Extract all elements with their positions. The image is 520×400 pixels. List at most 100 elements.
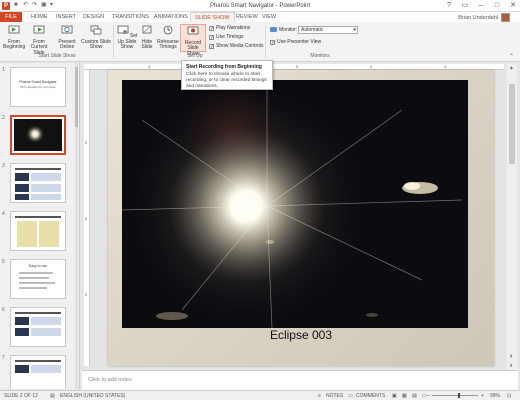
checkbox-checked-icon: ✓ bbox=[209, 25, 215, 32]
zoom-out-icon[interactable]: − bbox=[427, 393, 430, 399]
tab-insert[interactable]: INSERT bbox=[52, 12, 80, 22]
slide-caption[interactable]: Eclipse 003 bbox=[108, 328, 494, 342]
slide-thumbnail-7[interactable] bbox=[10, 355, 66, 389]
close-icon[interactable]: ✕ bbox=[508, 1, 518, 11]
reading-view-icon[interactable]: ▤ bbox=[412, 393, 417, 399]
thumbnail-bullet-line bbox=[19, 282, 55, 284]
thumbnail-bullet-line bbox=[19, 272, 53, 274]
thumbnail-text-block bbox=[31, 365, 61, 373]
thumbnail-subtitle: GPS navigation for your phone bbox=[20, 86, 56, 89]
slide-thumbnail-2[interactable] bbox=[10, 115, 66, 155]
group-separator bbox=[113, 25, 114, 58]
slide-thumbnail-5[interactable]: Easy to use bbox=[10, 259, 66, 299]
thumbnail-title: Pharos Smart Navigator bbox=[19, 80, 57, 84]
use-timings-label: Use Timings bbox=[216, 34, 244, 40]
spelling-check-icon[interactable]: ▤ bbox=[50, 393, 55, 399]
sun-flare-image bbox=[25, 124, 45, 144]
thumbnail-image bbox=[15, 328, 29, 336]
notes-pane[interactable]: Click to add notes bbox=[82, 370, 518, 390]
tab-file[interactable]: FILE bbox=[0, 12, 22, 22]
thumbnails-scrollbar[interactable] bbox=[75, 63, 78, 389]
ribbon-tabs: FILE HOME INSERT DESIGN TRANSITIONS ANIM… bbox=[0, 12, 520, 23]
present-online-label: Present Online bbox=[58, 38, 76, 50]
thumbnail-image bbox=[15, 365, 29, 373]
use-timings-checkbox[interactable]: ✓ Use Timings bbox=[209, 34, 244, 40]
tab-view[interactable]: VIEW bbox=[258, 12, 280, 22]
thumbnail-heading-bar bbox=[15, 312, 61, 314]
tab-home[interactable]: HOME bbox=[27, 12, 52, 22]
slide-thumbnails-pane: 1 Pharos Smart Navigator GPS navigation … bbox=[0, 63, 80, 389]
next-slide-icon[interactable]: ⇟ bbox=[509, 363, 513, 369]
tab-design[interactable]: DESIGN bbox=[79, 12, 108, 22]
zoom-slider-knob[interactable] bbox=[458, 393, 460, 398]
current-slide[interactable]: Eclipse 003 bbox=[108, 70, 494, 366]
record-slide-show-button[interactable]: Record Slide Show bbox=[180, 24, 206, 56]
fit-slide-icon[interactable]: ⊡ bbox=[507, 393, 511, 399]
slide-thumbnail-4[interactable] bbox=[10, 211, 66, 251]
slide-thumbnail-1[interactable]: Pharos Smart Navigator GPS navigation fo… bbox=[10, 67, 66, 107]
use-presenter-view-checkbox[interactable]: ✓ Use Presenter View bbox=[270, 39, 321, 45]
tab-transitions[interactable]: TRANSITIONS bbox=[108, 12, 153, 22]
thumbnail-number: 1 bbox=[2, 67, 5, 73]
rehearse-timings-label: Rehearse Timings bbox=[157, 38, 179, 50]
tab-animations[interactable]: ANIMATIONS bbox=[150, 12, 192, 22]
thumbnail-image bbox=[15, 317, 29, 325]
previous-slide-icon[interactable]: ⇞ bbox=[509, 354, 513, 360]
thumbnail-text-block bbox=[31, 317, 61, 325]
slide-scrollbar[interactable]: ▲ ⇞ ⇟ bbox=[507, 64, 517, 370]
minimize-icon[interactable]: – bbox=[476, 1, 486, 11]
thumbnail-image bbox=[15, 184, 29, 192]
thumbnail-image bbox=[15, 194, 29, 200]
set-up-slide-show-button[interactable]: Set Up Slide Show bbox=[116, 24, 138, 51]
from-beginning-button[interactable]: From Beginning bbox=[3, 24, 25, 51]
collapse-ribbon-icon[interactable]: ⌃ bbox=[509, 53, 514, 60]
thumbnail-bullet-line bbox=[19, 287, 47, 289]
slide-photo[interactable] bbox=[122, 80, 468, 328]
scrollbar-thumb[interactable] bbox=[509, 84, 515, 164]
tooltip-title: Start Recording from Beginning bbox=[186, 64, 262, 70]
thumbnail-text-block bbox=[31, 194, 61, 200]
thumbnail-text-block bbox=[31, 173, 61, 181]
hide-slide-icon bbox=[142, 25, 152, 34]
comments-button[interactable]: COMMENTS bbox=[356, 393, 385, 399]
thumbnail-map bbox=[17, 221, 37, 247]
slide-thumbnail-3[interactable] bbox=[10, 163, 66, 203]
language-indicator[interactable]: ENGLISH (UNITED STATES) bbox=[60, 393, 125, 399]
custom-slide-show-button[interactable]: Custom Slide Show bbox=[81, 24, 111, 51]
monitor-icon bbox=[270, 27, 277, 32]
from-current-slide-button[interactable]: From Current Slide bbox=[27, 24, 51, 56]
thumbnail-heading-bar bbox=[15, 216, 61, 218]
show-media-controls-checkbox[interactable]: ✓ Show Media Controls bbox=[209, 43, 264, 49]
use-presenter-view-label: Use Presenter View bbox=[277, 39, 322, 45]
checkbox-checked-icon: ✓ bbox=[270, 39, 276, 46]
zoom-slider[interactable] bbox=[432, 395, 478, 396]
slide-thumbnail-6[interactable] bbox=[10, 307, 66, 347]
slide-sorter-icon[interactable]: ▦ bbox=[402, 393, 407, 399]
custom-slide-show-icon bbox=[90, 25, 102, 35]
user-account[interactable]: Brian Underdahl bbox=[458, 13, 510, 22]
zoom-level[interactable]: 99% bbox=[490, 393, 500, 399]
ruler-label: 2 bbox=[370, 64, 373, 69]
monitor-select[interactable]: Automatic ▾ bbox=[298, 26, 358, 34]
thumbnail-text-block bbox=[31, 328, 61, 336]
title-bar: P ■ ↶ ↷ ▣ ▾ Pharos Smart Navigator - Pow… bbox=[0, 0, 520, 12]
thumbnail-map bbox=[39, 221, 59, 247]
window-title: Pharos Smart Navigator - PowerPoint bbox=[209, 3, 311, 9]
scroll-up-icon[interactable]: ▲ bbox=[509, 65, 514, 71]
monitor-label: Monitor: bbox=[279, 27, 298, 33]
present-online-button[interactable]: Present Online bbox=[55, 24, 79, 51]
thumbnail-photo bbox=[14, 119, 62, 151]
hide-slide-button[interactable]: Hide Slide bbox=[139, 24, 155, 51]
notes-button[interactable]: NOTES bbox=[326, 393, 343, 399]
thumbnail-number: 6 bbox=[2, 307, 5, 313]
rehearse-timings-button[interactable]: Rehearse Timings bbox=[157, 24, 179, 51]
normal-view-icon[interactable]: ▣ bbox=[392, 393, 397, 399]
ribbon-display-options-icon[interactable]: ▭ bbox=[460, 1, 470, 11]
scrollbar-thumb[interactable] bbox=[75, 67, 78, 127]
maximize-icon[interactable]: □ bbox=[492, 1, 502, 11]
play-narrations-checkbox[interactable]: ✓ Play Narrations bbox=[209, 25, 250, 31]
zoom-in-icon[interactable]: + bbox=[481, 393, 484, 399]
help-icon[interactable]: ? bbox=[444, 1, 454, 11]
thumbnail-text-block bbox=[31, 184, 61, 192]
show-media-controls-label: Show Media Controls bbox=[216, 43, 264, 49]
